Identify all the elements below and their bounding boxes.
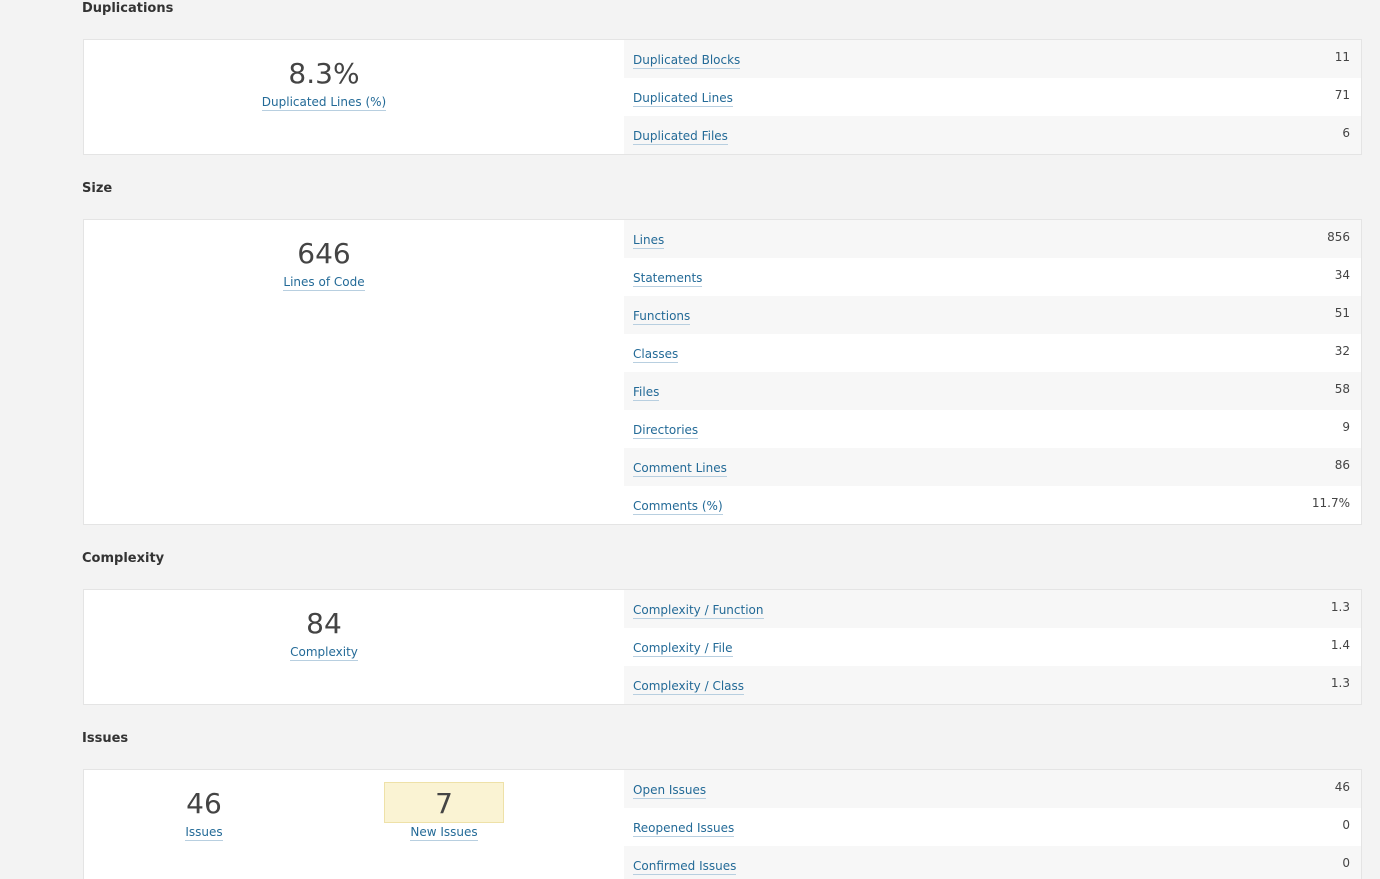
- duplications-metrics: Duplicated Blocks 11 Duplicated Lines 71…: [624, 40, 1361, 154]
- metric-row-duplicated-files: Duplicated Files 6: [624, 116, 1361, 154]
- complexity-metrics: Complexity / Function 1.3 Complexity / F…: [624, 590, 1361, 704]
- duplicated-lines-density: 8.3% Duplicated Lines (%): [84, 57, 564, 111]
- issues-card: 46 Issues 7 New Issues Open Issues 46 Re…: [83, 769, 1362, 879]
- issues-total: 46 Issues: [144, 787, 264, 841]
- metric-value-confirmed-issues: 0: [1342, 856, 1350, 870]
- metric-value-complexity-class: 1.3: [1330, 676, 1350, 690]
- metric-row-files: Files 58: [624, 372, 1361, 410]
- metric-link-duplicated-files[interactable]: Duplicated Files: [633, 129, 728, 145]
- metric-link-comments-percent[interactable]: Comments (%): [633, 499, 723, 515]
- complexity-total-value: 84: [306, 607, 342, 640]
- metric-link-complexity-class[interactable]: Complexity / Class: [633, 679, 745, 695]
- size-summary: 646 Lines of Code: [84, 220, 624, 524]
- metric-value-duplicated-lines: 71: [1334, 88, 1350, 102]
- complexity-card: 84 Complexity Complexity / Function 1.3 …: [83, 589, 1362, 705]
- metric-row-duplicated-blocks: Duplicated Blocks 11: [624, 40, 1361, 78]
- metric-link-classes[interactable]: Classes: [633, 347, 679, 363]
- metric-row-functions: Functions 51: [624, 296, 1361, 334]
- issues-summary: 46 Issues 7 New Issues: [84, 770, 624, 879]
- metric-value-functions: 51: [1334, 306, 1350, 320]
- metric-value-comment-lines: 86: [1334, 458, 1350, 472]
- metric-row-confirmed-issues: Confirmed Issues 0: [624, 846, 1361, 879]
- metric-row-complexity-file: Complexity / File 1.4: [624, 628, 1361, 666]
- size-metrics: Lines 856 Statements 34 Functions 51 Cla…: [624, 220, 1361, 524]
- duplications-summary: 8.3% Duplicated Lines (%): [84, 40, 624, 154]
- metric-link-duplicated-blocks[interactable]: Duplicated Blocks: [633, 53, 741, 69]
- metric-row-lines: Lines 856: [624, 220, 1361, 258]
- metric-value-files: 58: [1334, 382, 1350, 396]
- metric-value-classes: 32: [1334, 344, 1350, 358]
- metric-link-complexity-function[interactable]: Complexity / Function: [633, 603, 764, 619]
- issues-total-link[interactable]: Issues: [185, 825, 223, 841]
- issues-total-value: 46: [186, 787, 222, 820]
- section-title-issues: Issues: [82, 731, 129, 746]
- metric-value-comments-percent: 11.7%: [1311, 496, 1350, 510]
- metric-value-open-issues: 46: [1334, 780, 1350, 794]
- metric-value-directories: 9: [1342, 420, 1350, 434]
- metric-link-complexity-file[interactable]: Complexity / File: [633, 641, 733, 657]
- metric-value-complexity-function: 1.3: [1330, 600, 1350, 614]
- metric-row-complexity-function: Complexity / Function 1.3: [624, 590, 1361, 628]
- complexity-total: 84 Complexity: [84, 607, 564, 661]
- new-issues: 7 New Issues: [384, 787, 504, 841]
- metric-value-statements: 34: [1334, 268, 1350, 282]
- section-title-complexity: Complexity: [82, 551, 165, 566]
- metric-link-files[interactable]: Files: [633, 385, 660, 401]
- measures-page: Duplications 8.3% Duplicated Lines (%) D…: [0, 0, 1380, 879]
- metric-value-duplicated-files: 6: [1342, 126, 1350, 140]
- metric-link-duplicated-lines[interactable]: Duplicated Lines: [633, 91, 733, 107]
- metric-link-lines[interactable]: Lines: [633, 233, 665, 249]
- metric-link-functions[interactable]: Functions: [633, 309, 691, 325]
- metric-link-statements[interactable]: Statements: [633, 271, 703, 287]
- metric-row-reopened-issues: Reopened Issues 0: [624, 808, 1361, 846]
- metric-row-statements: Statements 34: [624, 258, 1361, 296]
- duplications-card: 8.3% Duplicated Lines (%) Duplicated Blo…: [83, 39, 1362, 155]
- size-card: 646 Lines of Code Lines 856 Statements 3…: [83, 219, 1362, 525]
- metric-value-duplicated-blocks: 11: [1334, 50, 1350, 64]
- section-title-size: Size: [82, 181, 113, 196]
- metric-row-open-issues: Open Issues 46: [624, 770, 1361, 808]
- metric-value-reopened-issues: 0: [1342, 818, 1350, 832]
- metric-link-comment-lines[interactable]: Comment Lines: [633, 461, 727, 477]
- metric-row-complexity-class: Complexity / Class 1.3: [624, 666, 1361, 704]
- new-issues-link[interactable]: New Issues: [410, 825, 478, 841]
- metric-value-lines: 856: [1327, 230, 1350, 244]
- issues-metrics: Open Issues 46 Reopened Issues 0 Confirm…: [624, 770, 1361, 879]
- lines-of-code-value: 646: [297, 237, 351, 270]
- duplicated-lines-density-link[interactable]: Duplicated Lines (%): [261, 95, 387, 111]
- metric-row-classes: Classes 32: [624, 334, 1361, 372]
- metric-row-comment-lines: Comment Lines 86: [624, 448, 1361, 486]
- metric-row-comments-percent: Comments (%) 11.7%: [624, 486, 1361, 524]
- metric-link-confirmed-issues[interactable]: Confirmed Issues: [633, 859, 737, 875]
- metric-link-reopened-issues[interactable]: Reopened Issues: [633, 821, 735, 837]
- new-issues-value: 7: [435, 787, 453, 820]
- section-title-duplications: Duplications: [82, 1, 174, 16]
- metric-value-complexity-file: 1.4: [1330, 638, 1350, 652]
- metric-link-open-issues[interactable]: Open Issues: [633, 783, 707, 799]
- metric-row-duplicated-lines: Duplicated Lines 71: [624, 78, 1361, 116]
- metric-row-directories: Directories 9: [624, 410, 1361, 448]
- lines-of-code: 646 Lines of Code: [84, 237, 564, 291]
- complexity-total-link[interactable]: Complexity: [290, 645, 358, 661]
- lines-of-code-link[interactable]: Lines of Code: [283, 275, 365, 291]
- complexity-summary: 84 Complexity: [84, 590, 624, 704]
- metric-link-directories[interactable]: Directories: [633, 423, 699, 439]
- duplicated-lines-density-value: 8.3%: [288, 57, 360, 90]
